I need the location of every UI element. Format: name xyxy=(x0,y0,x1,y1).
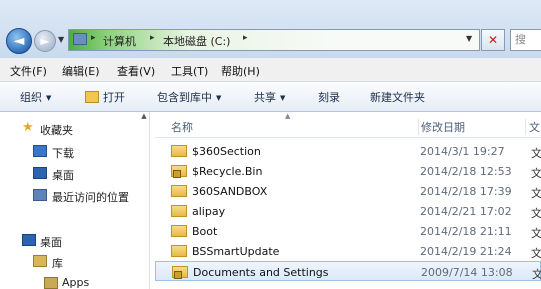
nav-libraries[interactable]: 库 xyxy=(52,255,63,271)
nav-apps[interactable]: Apps xyxy=(62,276,89,289)
file-name: alipay xyxy=(192,205,226,218)
file-type: 文 xyxy=(531,167,541,180)
sort-ascending-icon: ▲ xyxy=(285,112,291,120)
table-row[interactable]: Documents and Settings 2009/7/14 13:08 文 xyxy=(155,261,541,281)
apps-library-icon xyxy=(44,277,58,289)
folder-icon xyxy=(171,225,187,237)
file-type: 文 xyxy=(531,227,541,240)
address-bar[interactable]: ▸ 计算机 ▸ 本地磁盘 (C:) ▸ xyxy=(68,29,480,51)
menu-help[interactable]: 帮助(H) xyxy=(221,63,260,79)
menu-edit[interactable]: 编辑(E) xyxy=(62,63,100,79)
menu-bar: 文件(F) 编辑(E) 查看(V) 工具(T) 帮助(H) xyxy=(0,58,541,82)
breadcrumb-separator-icon[interactable]: ▸ xyxy=(243,33,248,43)
nav-favorites[interactable]: 收藏夹 xyxy=(40,122,73,138)
breadcrumb-computer[interactable]: 计算机 xyxy=(103,33,136,49)
nav-recent-places[interactable]: 最近访问的位置 xyxy=(52,189,129,205)
chevron-down-icon: ▼ xyxy=(216,94,222,102)
file-date: 2014/2/19 21:24 xyxy=(420,245,512,258)
file-type: 文 xyxy=(531,187,541,200)
forward-button[interactable]: ► xyxy=(34,30,56,52)
table-row[interactable]: Boot 2014/2/18 21:11 文 xyxy=(155,221,541,241)
menu-view[interactable]: 查看(V) xyxy=(117,63,155,79)
table-row[interactable]: $Recycle.Bin 2014/2/18 12:53 文 xyxy=(155,161,541,181)
file-name: Boot xyxy=(192,225,218,238)
file-date: 2014/2/18 21:11 xyxy=(420,225,512,238)
share-button[interactable]: 共享 ▼ xyxy=(254,89,285,105)
file-type: 文 xyxy=(531,207,541,220)
favorites-star-icon: ★ xyxy=(22,120,34,135)
menu-tools[interactable]: 工具(T) xyxy=(171,63,208,79)
file-name: Documents and Settings xyxy=(193,266,329,279)
file-type: 文 xyxy=(531,247,541,260)
file-date: 2014/2/21 17:02 xyxy=(420,205,512,218)
file-date: 2014/3/1 19:27 xyxy=(420,145,505,158)
recent-places-icon xyxy=(33,189,47,201)
include-in-library-button[interactable]: 包含到库中 ▼ xyxy=(157,89,221,105)
file-name: BSSmartUpdate xyxy=(192,245,280,258)
include-in-library-label: 包含到库中 xyxy=(157,91,212,104)
organize-label: 组织 xyxy=(20,91,42,104)
nav-downloads[interactable]: 下载 xyxy=(52,145,74,161)
share-label: 共享 xyxy=(254,91,276,104)
table-row[interactable]: alipay 2014/2/21 17:02 文 xyxy=(155,201,541,221)
nav-desktop[interactable]: 桌面 xyxy=(52,167,74,183)
folder-icon xyxy=(171,145,187,157)
folder-icon xyxy=(171,205,187,217)
search-input[interactable]: 搜 xyxy=(510,29,541,51)
breadcrumb-separator-icon[interactable]: ▸ xyxy=(150,33,155,43)
command-bar: 组织 ▼ 打开 包含到库中 ▼ 共享 ▼ 刻录 新建文件夹 xyxy=(0,82,541,112)
menu-file[interactable]: 文件(F) xyxy=(10,63,47,79)
file-date: 2009/7/14 13:08 xyxy=(421,266,513,279)
stop-button[interactable]: ✕ xyxy=(481,29,505,51)
breadcrumb-separator-icon[interactable]: ▸ xyxy=(91,33,96,43)
breadcrumb-local-disk[interactable]: 本地磁盘 (C:) xyxy=(163,33,230,49)
table-row[interactable]: 360SANDBOX 2014/2/18 17:39 文 xyxy=(155,181,541,201)
folder-icon xyxy=(171,185,187,197)
library-icon xyxy=(33,255,47,267)
new-folder-button[interactable]: 新建文件夹 xyxy=(370,89,425,105)
nav-desktop-root[interactable]: 桌面 xyxy=(40,234,62,250)
folder-icon xyxy=(171,245,187,257)
column-date-header[interactable]: 修改日期 xyxy=(418,119,465,135)
locked-folder-icon xyxy=(172,266,188,279)
file-type: 文 xyxy=(532,268,541,281)
open-label: 打开 xyxy=(103,91,125,104)
chevron-down-icon: ▼ xyxy=(46,94,52,102)
table-row[interactable]: $360Section 2014/3/1 19:27 文 xyxy=(155,141,541,161)
column-header: ▲ 名称 修改日期 文 xyxy=(155,112,541,138)
organize-button[interactable]: 组织 ▼ xyxy=(20,89,51,105)
open-button[interactable]: 打开 xyxy=(85,89,125,105)
close-icon: ✕ xyxy=(487,33,499,47)
column-type-header[interactable]: 文 xyxy=(525,119,540,135)
scroll-up-icon[interactable]: ▲ xyxy=(138,112,150,124)
recent-pages-dropdown-icon[interactable]: ▼ xyxy=(58,35,64,44)
table-row[interactable]: BSSmartUpdate 2014/2/19 21:24 文 xyxy=(155,241,541,261)
file-type: 文 xyxy=(531,147,541,160)
address-dropdown-icon[interactable]: ▼ xyxy=(466,34,472,43)
desktop-icon xyxy=(33,167,47,179)
burn-button[interactable]: 刻录 xyxy=(318,89,340,105)
back-button[interactable]: ◄ xyxy=(6,28,32,54)
file-name: 360SANDBOX xyxy=(192,185,268,198)
desktop-icon xyxy=(22,234,36,246)
file-date: 2014/2/18 17:39 xyxy=(420,185,512,198)
column-name-header[interactable]: 名称 xyxy=(171,119,193,135)
locked-folder-icon xyxy=(171,165,187,178)
chevron-down-icon: ▼ xyxy=(280,94,286,102)
open-icon xyxy=(85,91,99,103)
file-name: $Recycle.Bin xyxy=(192,165,263,178)
file-date: 2014/2/18 12:53 xyxy=(420,165,512,178)
file-name: $360Section xyxy=(192,145,261,158)
computer-icon xyxy=(73,33,87,45)
download-icon xyxy=(33,145,47,157)
